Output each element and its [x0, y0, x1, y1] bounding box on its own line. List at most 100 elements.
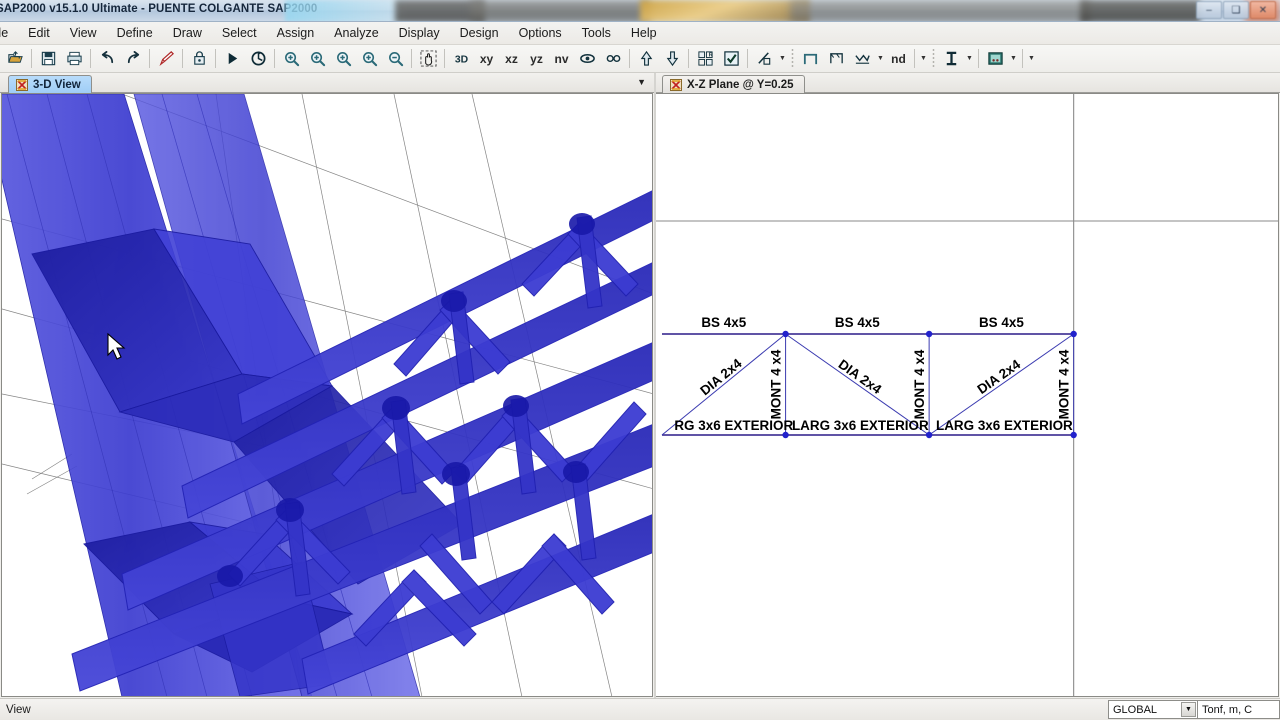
menu-item-view[interactable]: View — [60, 23, 107, 43]
rotate-3d-view-icon[interactable] — [601, 47, 625, 71]
tab-dropdown-caret[interactable]: ▼ — [637, 77, 646, 87]
menu-item-assign[interactable]: Assign — [267, 23, 325, 43]
toolbar-separator — [747, 49, 748, 68]
view-xz-button[interactable]: xz — [500, 47, 523, 71]
perspective-toggle-icon[interactable] — [575, 47, 599, 71]
toolbar-separator — [411, 49, 412, 68]
draw-restraint-icon[interactable] — [824, 47, 848, 71]
frame-section-icon[interactable] — [939, 47, 963, 71]
joint-point[interactable] — [925, 330, 933, 338]
pan-hand-icon[interactable] — [416, 47, 440, 71]
assign-to-group-icon[interactable] — [719, 47, 743, 71]
lock-model-icon[interactable] — [187, 47, 211, 71]
tab-strip-left: 3-D View ▼ — [0, 73, 654, 93]
coordinate-system-dropdown[interactable]: GLOBAL ▼ — [1108, 700, 1198, 719]
tab-xz-plane-label: X-Z Plane @ Y=0.25 — [687, 78, 794, 91]
toolbar-separator — [688, 49, 689, 68]
open-file-icon[interactable] — [3, 47, 27, 71]
toolbar-separator — [1022, 49, 1023, 68]
zoom-out-one-step-icon[interactable] — [383, 47, 407, 71]
assign-support-caret[interactable]: ▼ — [875, 47, 886, 71]
assign-support-icon[interactable] — [850, 47, 874, 71]
video-overlay-artifact — [1080, 0, 1200, 21]
menu-item-tools[interactable]: Tools — [572, 23, 621, 43]
menu-item-display[interactable]: Display — [389, 23, 450, 43]
menu-item-edit[interactable]: Edit — [18, 23, 60, 43]
close-button[interactable]: ✕ — [1250, 1, 1276, 19]
video-overlay-artifact — [395, 0, 485, 21]
section-cut-dropdown-caret[interactable]: ▼ — [777, 47, 788, 71]
menu-item-options[interactable]: Options — [509, 23, 572, 43]
move-up-one-level-icon[interactable] — [634, 47, 658, 71]
menu-item-help[interactable]: Help — [621, 23, 667, 43]
draw-frame-icon[interactable] — [798, 47, 822, 71]
toolbar-grab-handle[interactable] — [932, 48, 935, 69]
display-table-icon[interactable] — [983, 47, 1007, 71]
chevron-down-icon[interactable]: ▼ — [1181, 702, 1196, 717]
video-overlay-artifact — [790, 0, 1090, 21]
joint-point[interactable] — [1070, 330, 1077, 338]
zoom-in-one-step-icon[interactable] — [305, 47, 329, 71]
frame-section-caret[interactable]: ▼ — [964, 47, 975, 71]
run-analysis-icon[interactable] — [220, 47, 244, 71]
joint-point[interactable] — [782, 330, 789, 338]
menu-item-define[interactable]: Define — [107, 23, 163, 43]
window-controls: – ❑ ✕ — [1196, 1, 1276, 19]
view-3d-icon[interactable]: 3D — [449, 47, 473, 71]
toolbar-separator — [629, 49, 630, 68]
view-xy-button[interactable]: xy — [475, 47, 498, 71]
coordinate-system-value: GLOBAL — [1113, 703, 1158, 716]
minimize-button[interactable]: – — [1196, 1, 1222, 19]
view-yz-button[interactable]: yz — [525, 47, 548, 71]
display-table-caret[interactable]: ▼ — [1008, 47, 1019, 71]
undo-icon[interactable] — [95, 47, 119, 71]
menu-bar: FileEditViewDefineDrawSelectAssignAnalyz… — [0, 22, 1280, 45]
toolbar-separator — [914, 49, 915, 68]
menu-item-draw[interactable]: Draw — [163, 23, 212, 43]
tab-3d-view[interactable]: 3-D View — [8, 75, 92, 93]
node-label-button[interactable]: nd — [887, 47, 910, 71]
canvas-xz-plane[interactable]: BS 4x5 BS 4x5 BS 4x5 RG 3x6 EXTERIOR LARG 3x… — [655, 93, 1279, 697]
sap2000-application-window: SAP2000 v15.1.0 Ultimate - PUENTE COLGAN… — [0, 0, 1280, 720]
print-icon[interactable] — [62, 47, 86, 71]
units-display[interactable]: Tonf, m, C — [1198, 700, 1280, 719]
section-cut-icon[interactable] — [752, 47, 776, 71]
window-icon — [670, 78, 682, 91]
view-nv-button[interactable]: nv — [550, 47, 573, 71]
zoom-full-icon[interactable] — [331, 47, 355, 71]
tab-strip-right: X-Z Plane @ Y=0.25 — [654, 73, 1280, 93]
menu-item-analyze[interactable]: Analyze — [324, 23, 388, 43]
window-icon — [16, 78, 28, 91]
toolbar-separator — [274, 49, 275, 68]
run-again-icon[interactable] — [246, 47, 270, 71]
status-message: View — [6, 703, 31, 716]
menu-item-select[interactable]: Select — [212, 23, 267, 43]
status-bar: View GLOBAL ▼ Tonf, m, C — [0, 698, 1280, 720]
zoom-box-icon[interactable] — [279, 47, 303, 71]
toolbar-separator — [978, 49, 979, 68]
set-display-options-icon[interactable]: R — [693, 47, 717, 71]
menu-item-file[interactable]: File — [0, 23, 18, 43]
canvas-3d-view[interactable] — [1, 93, 653, 697]
more-options-caret[interactable]: ▼ — [1026, 47, 1037, 71]
menu-item-design[interactable]: Design — [450, 23, 509, 43]
zoom-previous-icon[interactable] — [357, 47, 381, 71]
save-icon[interactable] — [36, 47, 60, 71]
tab-xz-plane[interactable]: X-Z Plane @ Y=0.25 — [662, 75, 805, 93]
3d-model-extruded-view — [2, 94, 652, 696]
toolbar-separator — [182, 49, 183, 68]
toolbar-separator — [31, 49, 32, 68]
member-section-label: BS 4x5 — [835, 315, 880, 330]
title-bar: SAP2000 v15.1.0 Ultimate - PUENTE COLGAN… — [0, 0, 1280, 22]
edit-pencil-icon[interactable] — [154, 47, 178, 71]
svg-text:3D: 3D — [454, 54, 468, 65]
move-down-one-level-icon[interactable] — [660, 47, 684, 71]
tab-3d-view-label: 3-D View — [33, 78, 81, 91]
redo-icon[interactable] — [121, 47, 145, 71]
pane-splitter[interactable] — [654, 73, 656, 698]
node-dropdown-caret[interactable]: ▼ — [918, 47, 929, 71]
maximize-button[interactable]: ❑ — [1223, 1, 1249, 19]
video-overlay-artifact — [640, 0, 810, 21]
member-section-label: MONT 4 x4 — [1057, 349, 1072, 419]
toolbar-grab-handle[interactable] — [791, 48, 794, 69]
